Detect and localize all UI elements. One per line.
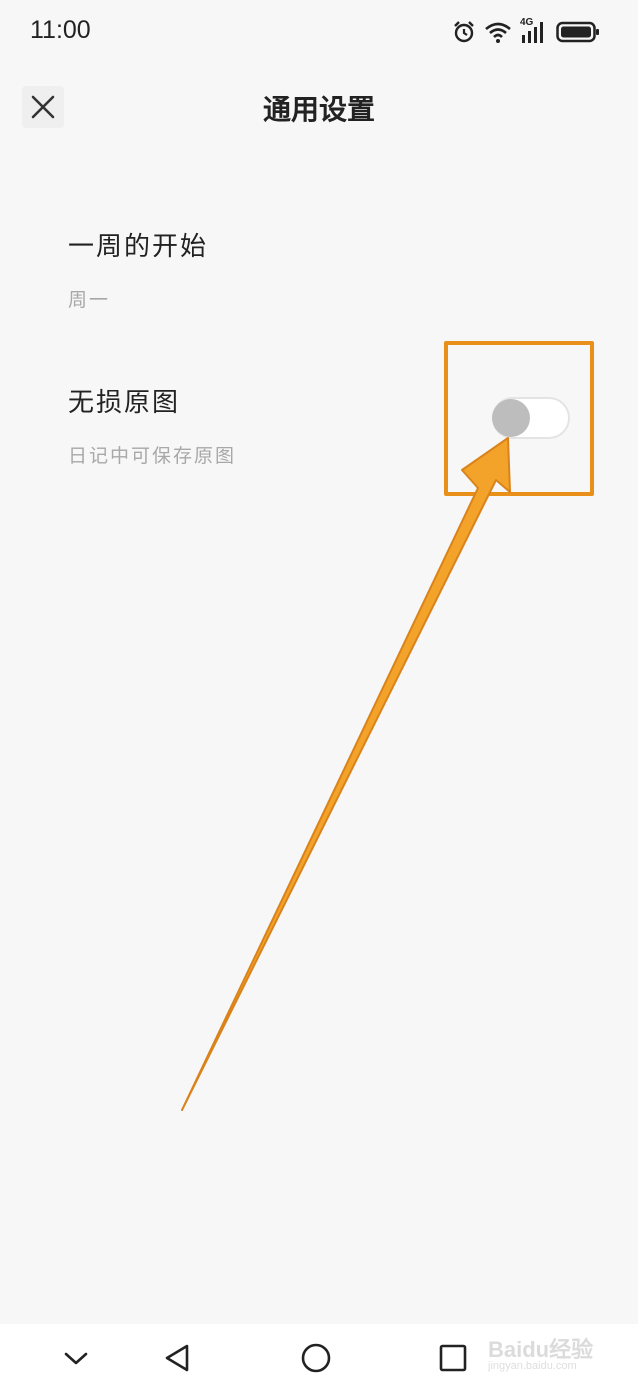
- battery-icon: [556, 20, 600, 44]
- status-time: 11:00: [30, 16, 91, 44]
- recent-square-icon: [439, 1344, 467, 1372]
- nav-hide-button[interactable]: [56, 1338, 96, 1378]
- nav-home-button[interactable]: [296, 1338, 336, 1378]
- status-bar: 11:00 4G: [0, 0, 638, 64]
- wifi-icon: [484, 20, 512, 44]
- watermark-url: jingyan.baidu.com: [488, 1360, 577, 1372]
- home-circle-icon: [301, 1343, 331, 1373]
- nav-recent-button[interactable]: [433, 1338, 473, 1378]
- chevron-down-icon: [64, 1352, 88, 1365]
- baidu-watermark: Baidu经验 jingyan.baidu.com: [488, 1326, 608, 1380]
- page-title: 通用设置: [262, 93, 375, 126]
- header: 通用设置: [0, 70, 638, 146]
- signal-icon: 4G: [520, 17, 548, 45]
- setting-value: 周一: [68, 289, 111, 311]
- annotation-highlight-box: [444, 341, 594, 496]
- status-icons: 4G: [452, 17, 600, 46]
- alarm-icon: [452, 20, 476, 44]
- annotation-arrow: [181, 437, 511, 1111]
- setting-title: 一周的开始: [68, 232, 209, 262]
- setting-week-start[interactable]: 一周的开始 周一: [68, 226, 588, 312]
- nav-back-button[interactable]: [158, 1338, 198, 1378]
- back-triangle-icon: [165, 1344, 189, 1372]
